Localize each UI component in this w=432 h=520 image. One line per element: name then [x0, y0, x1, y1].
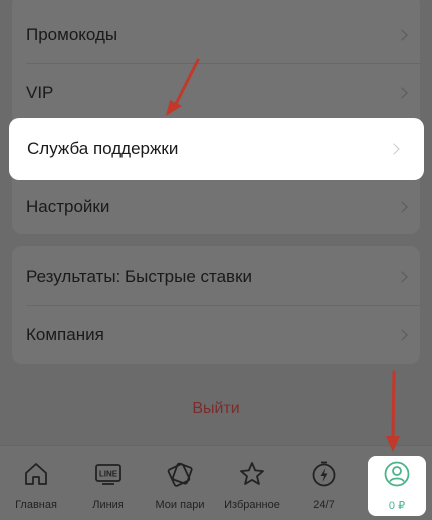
tab-label: Мои пари — [155, 499, 205, 511]
tab-favorites[interactable]: Избранное — [216, 446, 288, 520]
chevron-right-icon — [388, 143, 400, 155]
tab-label: 0 ₽ — [388, 500, 406, 512]
screen-overlay: Промокоды VIP Настройки Результаты: Быст… — [0, 0, 432, 520]
menu-item-fast-bets-results[interactable]: Результаты: Быстрые ставки — [12, 248, 420, 305]
tab-profile[interactable]: 0 ₽ — [368, 456, 426, 516]
tab-label: 24/7 — [313, 499, 335, 511]
tab-label: Главная — [15, 499, 57, 511]
chevron-right-icon — [396, 28, 408, 41]
tickets-icon — [167, 462, 193, 487]
chevron-right-icon — [396, 328, 408, 341]
home-icon — [25, 463, 47, 485]
tab-line[interactable]: LINE Линия — [72, 446, 144, 520]
menu-item-settings[interactable]: Настройки — [12, 178, 420, 234]
chevron-right-icon — [396, 86, 408, 99]
menu-item-promocodes[interactable]: Промокоды — [12, 6, 420, 63]
menu-item-company[interactable]: Компания — [12, 306, 420, 363]
menu-group-secondary: Результаты: Быстрые ставки Компания — [12, 246, 420, 364]
menu-item-label: Промокоды — [26, 24, 118, 44]
tab-label: Избранное — [224, 499, 280, 511]
menu-item-label: VIP — [26, 82, 54, 102]
menu-item-label: Служба поддержки — [27, 139, 179, 158]
menu-item-support[interactable]: Служба поддержки — [9, 118, 424, 180]
menu-item-label: Результаты: Быстрые ставки — [26, 266, 253, 286]
tab-my-bets[interactable]: Мои пари — [144, 446, 216, 520]
tab-support-24-7[interactable]: 24/7 — [288, 446, 360, 520]
logout-button[interactable]: Выйти — [0, 400, 432, 418]
bottom-tab-bar: Главная LINE Линия Мои пари Избранное 24… — [0, 445, 432, 520]
tab-label: Линия — [92, 499, 124, 511]
menu-item-label: Компания — [26, 324, 104, 344]
chevron-right-icon — [396, 270, 408, 283]
menu-group-main: Промокоды VIP Настройки — [12, 0, 420, 234]
annotation-arrow-profile — [386, 370, 400, 452]
lightning-icon — [312, 461, 336, 487]
chevron-right-icon — [396, 200, 408, 213]
line-icon: LINE — [95, 464, 121, 485]
menu-item-label: Настройки — [26, 196, 110, 216]
tab-home[interactable]: Главная — [0, 446, 72, 520]
svg-text:LINE: LINE — [99, 470, 118, 479]
star-icon — [240, 462, 264, 485]
profile-icon — [384, 461, 410, 487]
menu-item-vip[interactable]: VIP — [12, 64, 420, 121]
annotation-arrow-support — [166, 58, 200, 116]
